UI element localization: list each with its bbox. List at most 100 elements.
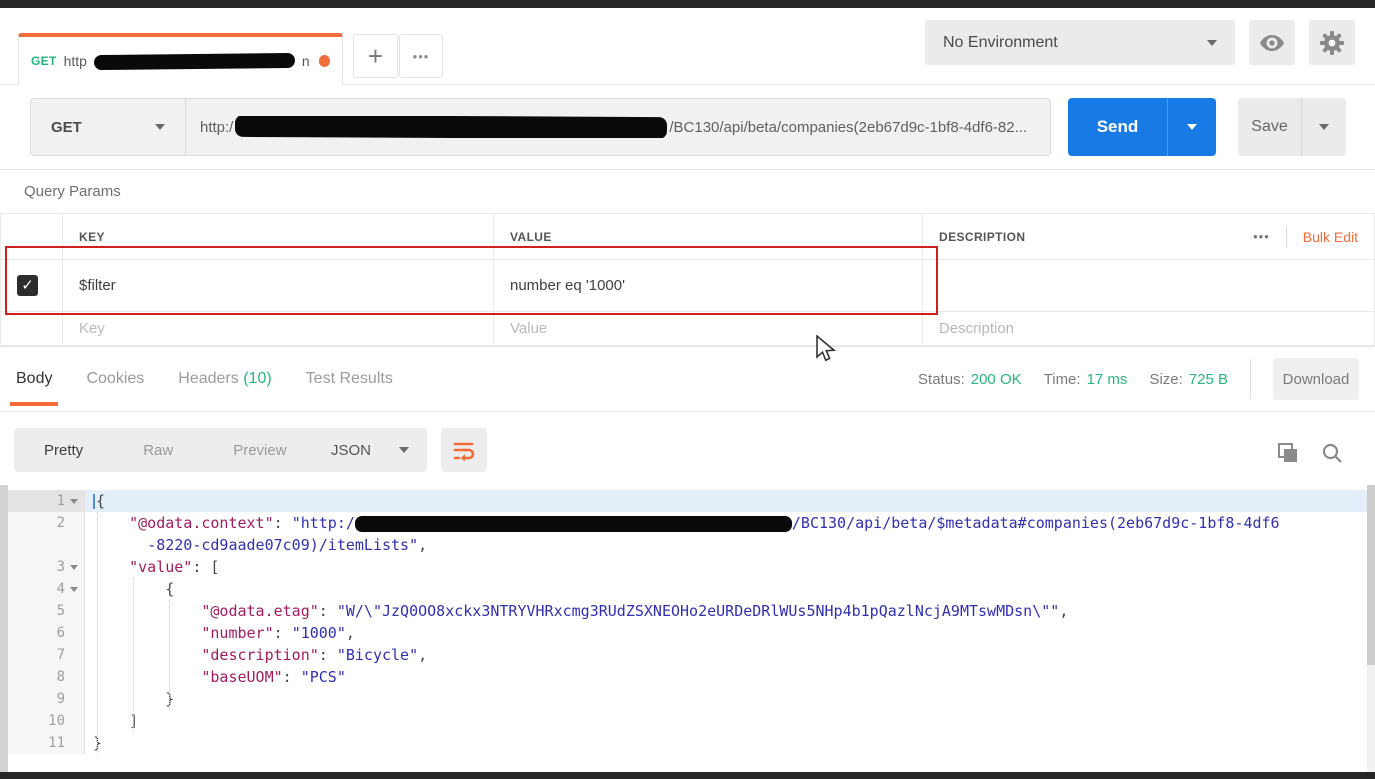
search-icon[interactable]	[1321, 442, 1343, 464]
new-tab-button[interactable]: +	[353, 34, 398, 78]
time-stat: Time:17 ms	[1044, 371, 1128, 388]
response-body-toolbar: Pretty Raw Preview JSON	[0, 412, 1375, 485]
code-line[interactable]: 1{	[8, 490, 1367, 512]
line-number-gutter: 10	[8, 710, 85, 732]
copy-icon[interactable]	[1277, 442, 1299, 464]
download-button[interactable]: Download	[1273, 358, 1359, 400]
code-line[interactable]: 3 "value": [	[8, 556, 1367, 578]
save-options-button[interactable]	[1302, 98, 1346, 156]
url-suffix-text: /BC130/api/beta/companies(2eb67d9c-1bf8-…	[669, 119, 1027, 136]
tab-headers[interactable]: Headers (10)	[176, 350, 273, 408]
json-code-lines: 1{2 "@odata.context": "http://BC130/api/…	[8, 490, 1367, 754]
environment-selected-label: No Environment	[943, 34, 1058, 52]
view-preview[interactable]: Preview	[203, 442, 316, 459]
tab-url-tail: n	[302, 53, 310, 69]
bulk-edit-link[interactable]: Bulk Edit	[1303, 229, 1358, 245]
code-line[interactable]: -8220-cd9aade07c09)/itemLists",	[8, 534, 1367, 556]
code-line[interactable]: 8 "baseUOM": "PCS"	[8, 666, 1367, 688]
window-bottom-bar	[0, 772, 1375, 779]
code-scrollbar-thumb[interactable]	[1367, 485, 1375, 665]
param-checkbox-cell: ✓	[1, 260, 63, 312]
wrap-text-button[interactable]	[441, 428, 487, 472]
line-number-gutter	[8, 534, 85, 556]
code-line[interactable]: 6 "number": "1000",	[8, 622, 1367, 644]
line-number-gutter: 1	[8, 490, 85, 512]
response-stats: Status:200 OK Time:17 ms Size:725 B Down…	[918, 358, 1359, 400]
language-select[interactable]: JSON	[313, 428, 427, 472]
wrap-text-icon	[452, 439, 476, 461]
tab-cookies[interactable]: Cookies	[84, 350, 146, 408]
param-empty-key-cell[interactable]: Key	[63, 312, 494, 346]
tab-method-label: GET	[31, 54, 57, 68]
line-number-gutter: 11	[8, 732, 85, 754]
postman-window: GET http n + ••• No Environment	[0, 0, 1375, 779]
tab-bar: GET http n + ••• No Environment	[0, 8, 1375, 85]
send-options-button[interactable]	[1168, 98, 1216, 156]
fold-toggle-icon[interactable]	[70, 565, 78, 570]
body-tool-icons	[1277, 442, 1343, 464]
request-builder-row: GET http:/ /BC130/api/beta/companies(2eb…	[0, 85, 1375, 170]
response-meta-row: Body Cookies Headers (10) Test Results S…	[0, 346, 1375, 412]
settings-button[interactable]	[1309, 20, 1355, 65]
code-line[interactable]: 4 {	[8, 578, 1367, 600]
divider	[1250, 359, 1251, 399]
divider	[1286, 226, 1287, 248]
code-line[interactable]: 11}	[8, 732, 1367, 754]
code-line[interactable]: 5 "@odata.etag": "W/\"JzQ0OO8xckx3NTRYVH…	[8, 600, 1367, 622]
time-value: 17 ms	[1087, 371, 1128, 388]
code-line[interactable]: 2 "@odata.context": "http://BC130/api/be…	[8, 512, 1367, 534]
url-input[interactable]: http:/ /BC130/api/beta/companies(2eb67d9…	[186, 116, 1050, 138]
tab-options-button[interactable]: •••	[399, 34, 443, 78]
fold-toggle-icon[interactable]	[70, 499, 78, 504]
window-top-bar	[0, 0, 1375, 8]
method-select[interactable]: GET	[31, 99, 186, 155]
url-shell: GET http:/ /BC130/api/beta/companies(2eb…	[30, 98, 1051, 156]
indent-guide	[97, 512, 98, 754]
headers-count-badge: (10)	[243, 370, 271, 387]
response-body-code: 1{2 "@odata.context": "http://BC130/api/…	[0, 485, 1375, 773]
indent-guide	[133, 578, 134, 732]
size-stat: Size:725 B	[1149, 371, 1228, 388]
language-selected-label: JSON	[331, 442, 371, 459]
line-number-gutter: 6	[8, 622, 85, 644]
param-value-cell[interactable]: number eq '1000'	[494, 260, 923, 312]
url-redaction	[235, 116, 667, 138]
params-menu-button[interactable]: •••	[1253, 229, 1270, 244]
line-number-gutter: 2	[8, 512, 85, 534]
params-header-description: DESCRIPTION ••• Bulk Edit	[923, 214, 1375, 260]
param-checkbox-checked[interactable]: ✓	[17, 275, 38, 296]
view-switch-group: Pretty Raw Preview	[14, 428, 317, 472]
fold-toggle-icon[interactable]	[70, 587, 78, 592]
environment-group: No Environment	[925, 20, 1355, 65]
param-description-cell[interactable]	[923, 260, 1375, 312]
unsaved-changes-dot	[319, 55, 330, 67]
indent-guide	[169, 600, 170, 710]
request-tab[interactable]: GET http n	[18, 33, 343, 85]
params-header-checkbox-cell	[1, 214, 63, 260]
code-line[interactable]: 9 }	[8, 688, 1367, 710]
status-value: 200 OK	[971, 371, 1022, 388]
send-button[interactable]: Send	[1068, 98, 1168, 156]
method-selected-label: GET	[51, 119, 82, 136]
left-gutter-strip	[0, 485, 8, 773]
chevron-down-icon	[155, 124, 165, 130]
tab-test-results[interactable]: Test Results	[304, 350, 395, 408]
view-pretty[interactable]: Pretty	[14, 442, 113, 459]
param-key-cell[interactable]: $filter	[63, 260, 494, 312]
environment-quick-look-button[interactable]	[1249, 20, 1295, 65]
save-button[interactable]: Save	[1238, 98, 1302, 156]
tab-url-redaction	[94, 52, 295, 69]
line-number-gutter: 8	[8, 666, 85, 688]
send-button-group: Send	[1068, 98, 1216, 156]
tab-url-prefix: http	[64, 53, 87, 69]
code-line[interactable]: 10 ]	[8, 710, 1367, 732]
tab-body[interactable]: Body	[14, 350, 54, 408]
code-line[interactable]: 7 "description": "Bicycle",	[8, 644, 1367, 666]
environment-select[interactable]: No Environment	[925, 20, 1235, 65]
code-scrollbar[interactable]	[1367, 485, 1375, 773]
view-raw[interactable]: Raw	[113, 442, 203, 459]
param-empty-value-cell[interactable]: Value	[494, 312, 923, 346]
param-empty-description-cell[interactable]: Description	[923, 312, 1375, 346]
line-number-gutter: 5	[8, 600, 85, 622]
line-number-gutter: 3	[8, 556, 85, 578]
